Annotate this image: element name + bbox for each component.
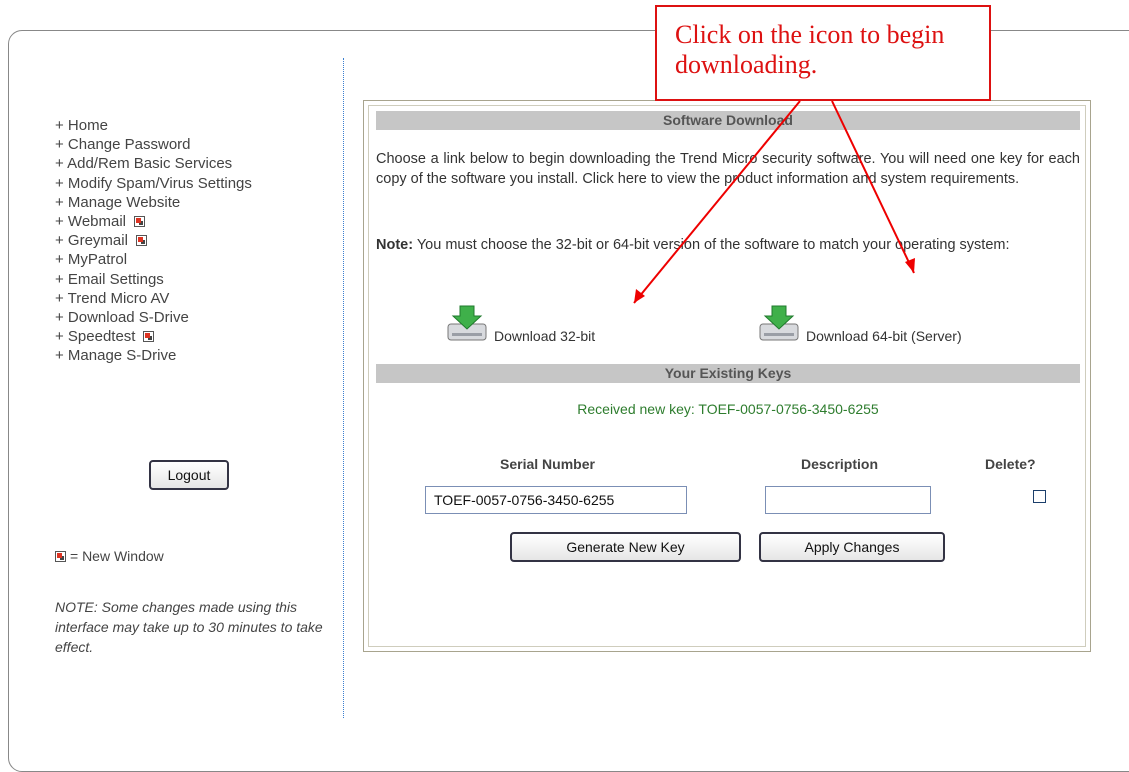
note-label: Note: bbox=[376, 237, 414, 253]
legend-text: = New Window bbox=[70, 548, 164, 564]
download-64bit-link[interactable]: Download 64-bit (Server) bbox=[758, 304, 962, 344]
sidebar-item-change-password[interactable]: + Change Password bbox=[55, 135, 345, 154]
new-window-icon bbox=[55, 551, 66, 562]
description-header: Description bbox=[801, 456, 879, 472]
sidebar-item-add-rem-basic-services[interactable]: + Add/Rem Basic Services bbox=[55, 154, 345, 173]
download-64bit-label[interactable]: Download 64-bit (Server) bbox=[806, 328, 962, 344]
instruction-callout: Click on the icon to begin downloading. bbox=[655, 5, 991, 101]
download-intro: Choose a link below to begin downloading… bbox=[376, 151, 1080, 187]
new-window-icon bbox=[135, 235, 147, 247]
sidebar-item-download-s-drive[interactable]: + Download S-Drive bbox=[55, 308, 345, 327]
download-32bit-link[interactable]: Download 32-bit bbox=[446, 304, 595, 344]
serial-number-header: Serial Number bbox=[500, 456, 595, 472]
sidebar-item-modify-spam-virus-settings[interactable]: + Modify Spam/Virus Settings bbox=[55, 174, 345, 193]
sidebar-item-trend-micro-av[interactable]: + Trend Micro AV bbox=[55, 289, 345, 308]
logout-button[interactable]: Logout bbox=[149, 460, 229, 490]
description-field[interactable] bbox=[765, 486, 931, 514]
serial-number-field[interactable] bbox=[425, 486, 687, 514]
delete-checkbox[interactable] bbox=[1033, 490, 1046, 503]
download-drive-icon[interactable] bbox=[446, 304, 488, 344]
received-key-message: Received new key: TOEF-0057-0756-3450-62… bbox=[577, 401, 879, 417]
sidebar-item-speedtest[interactable]: + Speedtest bbox=[55, 327, 345, 346]
download-32bit-label[interactable]: Download 32-bit bbox=[494, 328, 595, 344]
sidebar-note: NOTE: Some changes made using this inter… bbox=[55, 599, 323, 655]
note-text: You must choose the 32-bit or 64-bit ver… bbox=[413, 237, 1010, 253]
download-drive-icon[interactable] bbox=[758, 304, 800, 344]
sidebar-item-manage-website[interactable]: + Manage Website bbox=[55, 193, 345, 212]
sidebar-item-email-settings[interactable]: + Email Settings bbox=[55, 270, 345, 289]
version-note: Note: You must choose the 32-bit or 64-b… bbox=[376, 235, 1080, 255]
sidebar-divider bbox=[343, 58, 344, 718]
new-window-legend: = New Window bbox=[55, 548, 164, 564]
existing-keys-header: Your Existing Keys bbox=[376, 364, 1080, 383]
software-download-header: Software Download bbox=[376, 111, 1080, 130]
sidebar-item-greymail[interactable]: + Greymail bbox=[55, 231, 345, 250]
sidebar-item-webmail[interactable]: + Webmail bbox=[55, 212, 345, 231]
sidebar-item-home[interactable]: + Home bbox=[55, 116, 345, 135]
new-window-icon bbox=[143, 331, 155, 343]
sidebar: + Home + Change Password + Add/Rem Basic… bbox=[55, 116, 345, 366]
new-window-icon bbox=[134, 216, 146, 228]
sidebar-item-mypatrol[interactable]: + MyPatrol bbox=[55, 250, 345, 269]
sidebar-nav: + Home + Change Password + Add/Rem Basic… bbox=[55, 116, 345, 366]
sidebar-item-manage-s-drive[interactable]: + Manage S-Drive bbox=[55, 346, 345, 365]
generate-new-key-button[interactable]: Generate New Key bbox=[510, 532, 741, 562]
delete-header: Delete? bbox=[985, 456, 1036, 472]
apply-changes-button[interactable]: Apply Changes bbox=[759, 532, 945, 562]
